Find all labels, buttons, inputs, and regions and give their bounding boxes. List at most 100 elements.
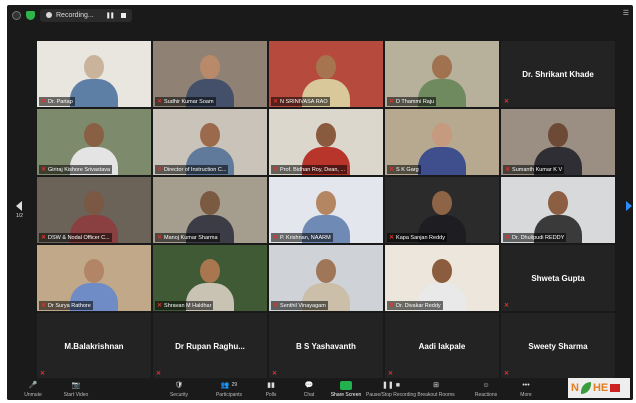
mic-muted-icon: ✕ — [388, 371, 394, 377]
participant-head — [432, 191, 452, 215]
participant-tile[interactable]: ✕ Director of Instruction C... — [153, 109, 267, 175]
participant-name: M.Balakrishnan — [64, 341, 124, 351]
mic-muted-icon: ✕ — [272, 371, 278, 377]
mic-muted-icon: ✕ — [41, 303, 47, 309]
participant-head — [316, 55, 336, 79]
mic-muted-icon: ✕ — [389, 167, 395, 173]
participant-tile[interactable]: ✕ Dr. Dhulipudi REDDY — [501, 177, 615, 243]
participant-tile[interactable]: M.Balakrishnan ✕ — [37, 313, 151, 379]
mic-muted-icon: ✕ — [389, 303, 395, 309]
recording-label: Recording... — [56, 11, 94, 19]
mic-muted-icon: ✕ — [157, 235, 163, 241]
participant-name: Dr. Divakar Reddy — [396, 302, 441, 309]
participant-tile[interactable]: ✕ D Thammi Raju — [385, 41, 499, 107]
participants-label: Participants — [215, 392, 243, 398]
info-icon[interactable] — [12, 10, 21, 20]
mic-muted-icon: ✕ — [504, 99, 510, 105]
participant-tile[interactable]: Dr Rupan Raghu... ✕ — [153, 313, 267, 379]
encryption-shield-icon[interactable] — [26, 10, 35, 20]
participant-name: Kapa Sanjan Reddy — [396, 234, 445, 241]
pause-recording-icon[interactable]: ❚❚ — [106, 12, 115, 19]
participant-tile[interactable]: ✕ Prof. Bidhan Roy, Dean, ... — [269, 109, 383, 175]
more-button[interactable]: ••• More — [502, 380, 550, 399]
more-label: More — [520, 392, 532, 398]
unmute-icon: 🎤 — [29, 380, 38, 390]
breakout-rooms-button[interactable]: ⊞ Breakout Rooms — [412, 380, 460, 398]
polls-label: Polls — [265, 392, 277, 398]
participant-name-tag: ✕ Manoj Kumar Sharma — [155, 233, 220, 242]
page-indicator-left: 1/2 — [16, 213, 23, 219]
next-page-button[interactable] — [626, 201, 632, 211]
unmute-button[interactable]: 🎤 Unmute — [9, 380, 57, 398]
participant-tile[interactable]: ✕ Dr. Partap — [37, 41, 151, 107]
participant-name: N SRINIVASA RAO — [280, 98, 328, 105]
participant-name: Senthil Vinayagam — [280, 302, 326, 309]
unmute-glyph: 🎤 — [28, 382, 38, 389]
participant-tile[interactable]: ✕ Dr Surya Rathore — [37, 245, 151, 311]
participant-head — [200, 55, 220, 79]
stop-recording-icon[interactable] — [120, 12, 126, 18]
mic-muted-icon: ✕ — [273, 167, 279, 173]
start-video-glyph: 📷 — [71, 382, 81, 389]
participant-tile[interactable]: Sweety Sharma ✕ — [501, 313, 615, 379]
mic-muted-icon: ✕ — [40, 371, 46, 377]
participant-name: B S Yashavanth — [296, 341, 356, 351]
polls-icon: ▮▮ — [267, 380, 275, 390]
mic-muted-icon: ✕ — [156, 371, 162, 377]
participant-name: Dr. Shrikant Khade — [522, 69, 594, 79]
start-video-label: Start Video — [63, 392, 89, 398]
participant-head — [84, 191, 104, 215]
participant-name-tag: ✕ Kapa Sanjan Reddy — [387, 233, 447, 242]
participant-tile[interactable]: ✕ Dr. Divakar Reddy — [385, 245, 499, 311]
participant-tile[interactable]: ✕ N SRINIVASA RAO — [269, 41, 383, 107]
participant-head — [316, 259, 336, 283]
participant-tile[interactable]: B S Yashavanth ✕ — [269, 313, 383, 379]
participant-tile[interactable]: ✕ Giriraj Kishore Srivastava — [37, 109, 151, 175]
participant-name: Dr Surya Rathore — [48, 302, 91, 309]
nahep-logo: N HE — [568, 378, 630, 398]
mic-muted-icon: ✕ — [157, 99, 163, 105]
participant-tile[interactable]: ✕ Senthil Vinayagam — [269, 245, 383, 311]
share-screen-button[interactable]: Share Screen — [322, 380, 370, 398]
participant-tile[interactable]: Shweta Gupta ✕ — [501, 245, 615, 311]
participant-name: Director of Instruction C... — [164, 166, 227, 173]
participant-tile[interactable]: ✕ Sumanth Kumar K V — [501, 109, 615, 175]
participant-tile[interactable]: Dr. Shrikant Khade ✕ — [501, 41, 615, 107]
participants-glyph: 👥 — [220, 382, 230, 389]
logo-leaf-icon — [580, 382, 591, 394]
mic-muted-icon: ✕ — [505, 167, 511, 173]
participant-tile[interactable]: ✕ Manoj Kumar Sharma — [153, 177, 267, 243]
mic-muted-icon: ✕ — [41, 99, 47, 105]
participant-name-tag: ✕ D Thammi Raju — [387, 97, 437, 106]
participant-head — [548, 191, 568, 215]
mic-muted-icon: ✕ — [41, 167, 47, 173]
participant-tile[interactable]: ✕ S K Garg — [385, 109, 499, 175]
view-button[interactable]: ☰ — [623, 9, 629, 17]
participant-name-tag: ✕ N SRINIVASA RAO — [271, 97, 330, 106]
logo-suffix: HE — [592, 382, 609, 394]
participant-name: DSW & Nodal Officer C... — [48, 234, 110, 241]
participant-name-tag: ✕ Prof. Bidhan Roy, Dean, ... — [271, 165, 348, 174]
participant-name: D Thammi Raju — [396, 98, 435, 105]
participant-tile[interactable]: ✕ DSW & Nodal Officer C... — [37, 177, 151, 243]
participant-head — [316, 123, 336, 147]
participant-name-tag: ✕ Dr. Divakar Reddy — [387, 301, 443, 310]
security-button[interactable]: 🛡 Security — [155, 380, 203, 398]
participant-tile[interactable]: ✕ Kapa Sanjan Reddy — [385, 177, 499, 243]
start-video-button[interactable]: 📷 Start Video — [52, 380, 100, 398]
mic-muted-icon: ✕ — [505, 235, 511, 241]
participant-head — [200, 123, 220, 147]
pause-stop-recording-icon: ❚❚ ■ — [382, 380, 400, 390]
previous-page-button[interactable]: 1/2 — [16, 201, 23, 219]
participant-tile[interactable]: ✕ Shravan M Haldhar — [153, 245, 267, 311]
pause-stop-recording-label: Pause/Stop Recording — [365, 392, 417, 398]
share-screen-icon — [340, 380, 352, 390]
participant-tile[interactable]: ✕ Sudhir Kumar Soam — [153, 41, 267, 107]
participants-button[interactable]: 👥 29 Participants — [205, 380, 253, 398]
polls-glyph: ▮▮ — [267, 382, 275, 389]
pause-stop-recording-button[interactable]: ❚❚ ■ Pause/Stop Recording — [365, 380, 417, 398]
participant-tile[interactable]: ✕ P. Krishnan, NAARM — [269, 177, 383, 243]
participant-name-tag: ✕ DSW & Nodal Officer C... — [39, 233, 112, 242]
participant-tile[interactable]: Aadi lakpale ✕ — [385, 313, 499, 379]
view-grid-icon: ☰ — [622, 10, 629, 17]
